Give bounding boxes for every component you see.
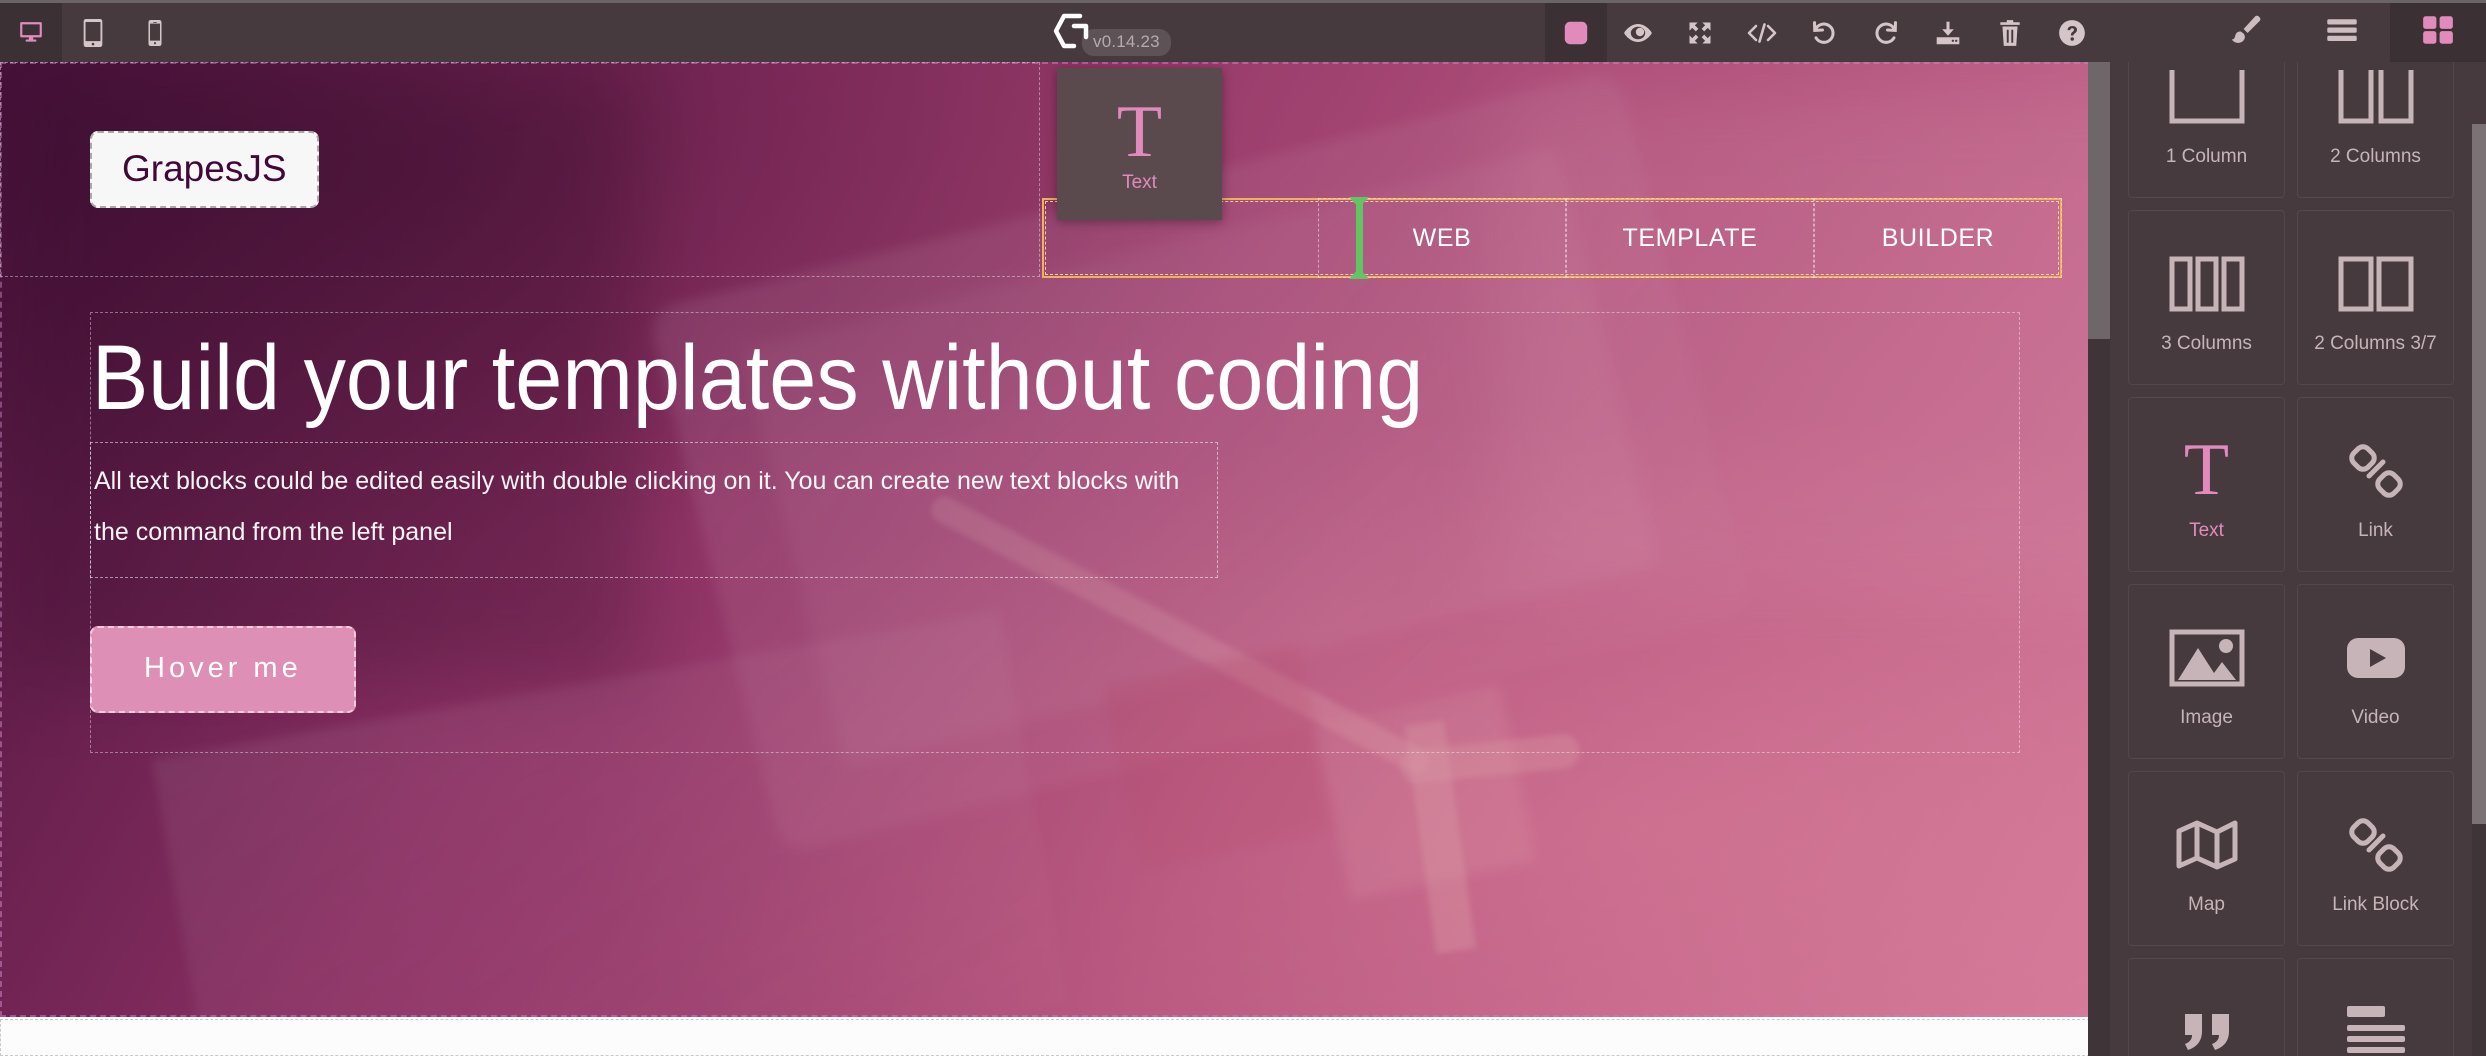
hero-content-row[interactable]: Build your templates without coding All …: [0, 312, 2110, 754]
canvas[interactable]: GrapesJS WEB TEMPLATE BUILDER Build your…: [0, 62, 2110, 1056]
question-circle-icon: [2058, 19, 2086, 47]
preview-button[interactable]: [1607, 3, 1669, 62]
block-label: 2 Columns: [2330, 145, 2421, 167]
block-label: Link Block: [2332, 893, 2419, 915]
link-chain-icon: [2345, 428, 2407, 514]
export-code-button[interactable]: [1731, 3, 1793, 62]
tablet-icon: [82, 18, 104, 47]
link-chain-icon: [2345, 802, 2407, 888]
site-menu[interactable]: WEB TEMPLATE BUILDER: [1318, 198, 2062, 278]
block-image[interactable]: Image: [2122, 578, 2291, 765]
block-label: Map: [2188, 893, 2225, 915]
top-toolbar: v0.14.23: [0, 0, 2486, 62]
block-label: Link: [2358, 519, 2393, 541]
toggle-borders-button[interactable]: [1545, 3, 1607, 62]
hero-top-row[interactable]: GrapesJS WEB TEMPLATE BUILDER: [0, 62, 2110, 279]
eye-icon: [1622, 21, 1654, 45]
undo-arrow-icon: [1810, 20, 1838, 46]
grapesjs-editor: v0.14.23 GrapesJS WEB TEMPLATE BUILDER B…: [0, 0, 2486, 1056]
undo-button[interactable]: [1793, 3, 1855, 62]
hero-section[interactable]: GrapesJS WEB TEMPLATE BUILDER Build your…: [0, 62, 2110, 1017]
block-1-column[interactable]: 1 Column: [2122, 62, 2291, 204]
three-columns-icon: [2168, 241, 2246, 327]
block-label: 2 Columns 3/7: [2314, 332, 2437, 354]
block-video[interactable]: Video: [2291, 578, 2460, 765]
clear-canvas-button[interactable]: [1979, 3, 2041, 62]
paint-brush-icon: [2229, 14, 2263, 51]
blocks-panel-scrollbar[interactable]: [2472, 124, 2486, 1056]
block-label: Image: [2180, 706, 2233, 728]
block-link-block[interactable]: Link Block: [2291, 765, 2460, 952]
open-layers-button[interactable]: [2294, 3, 2390, 62]
block-label: Video: [2351, 706, 2400, 728]
one-column-icon: [2168, 62, 2246, 140]
two-columns-37-icon: [2337, 241, 2415, 327]
blocks-grid-icon: [2422, 15, 2454, 50]
open-blocks-button[interactable]: [2390, 3, 2486, 62]
device-mobile-button[interactable]: [124, 3, 186, 62]
mobile-icon: [147, 19, 163, 46]
canvas-scrollbar[interactable]: [2088, 62, 2110, 1056]
drop-placeholder-indicator: [1349, 197, 1369, 279]
video-play-icon: [2345, 615, 2407, 701]
block-label: Text: [2189, 519, 2224, 541]
hamburger-bars-icon: [2325, 16, 2359, 49]
block-quote[interactable]: Quote: [2122, 952, 2291, 1056]
blocks-panel-scrollbar-thumb[interactable]: [2472, 124, 2486, 824]
block-text-section[interactable]: Text section: [2291, 952, 2460, 1056]
fullscreen-button[interactable]: [1669, 3, 1731, 62]
block-2-columns[interactable]: 2 Columns: [2291, 62, 2460, 204]
hero-content-cell[interactable]: Build your templates without coding All …: [90, 312, 2020, 754]
redo-arrow-icon: [1872, 20, 1900, 46]
block-2-columns-3-7[interactable]: 2 Columns 3/7: [2291, 204, 2460, 391]
device-tablet-button[interactable]: [62, 3, 124, 62]
hero-title[interactable]: Build your templates without coding: [90, 312, 1866, 442]
desktop-icon: [16, 20, 46, 46]
hero-subtitle[interactable]: All text blocks could be edited easily w…: [90, 441, 1218, 579]
canvas-scrollbar-thumb[interactable]: [2088, 62, 2110, 339]
blocks-panel: 1 Column 2 Columns 3 Columns 2 Columns 3…: [2110, 62, 2486, 1056]
block-label: 3 Columns: [2161, 332, 2252, 354]
editor-options: [1545, 3, 2103, 62]
map-folded-icon: [2176, 802, 2238, 888]
site-logo[interactable]: GrapesJS: [90, 131, 319, 208]
import-download-icon: [1934, 20, 1962, 46]
redo-button[interactable]: [1855, 3, 1917, 62]
editor-body: GrapesJS WEB TEMPLATE BUILDER Build your…: [0, 62, 2486, 1056]
trash-icon: [1997, 19, 2023, 47]
text-t-icon: T: [2183, 429, 2230, 512]
logo-cell[interactable]: GrapesJS: [0, 62, 1040, 277]
block-text[interactable]: T Text: [2122, 391, 2291, 578]
two-columns-icon: [2337, 62, 2415, 140]
next-section[interactable]: [0, 1019, 2110, 1056]
code-brackets-icon: [1746, 21, 1778, 45]
block-link[interactable]: Link: [2291, 391, 2460, 578]
text-section-icon: [2337, 989, 2415, 1056]
panel-switcher: [2198, 3, 2486, 62]
import-button[interactable]: [1917, 3, 1979, 62]
block-label: 1 Column: [2165, 145, 2248, 167]
blocks-list: 1 Column 2 Columns 3 Columns 2 Columns 3…: [2110, 62, 2472, 1056]
open-style-manager-button[interactable]: [2198, 3, 2294, 62]
hero-cta-button[interactable]: Hover me: [90, 626, 356, 714]
block-3-columns[interactable]: 3 Columns: [2122, 204, 2291, 391]
device-switcher: [0, 3, 186, 62]
image-picture-icon: [2168, 615, 2246, 701]
menu-cell[interactable]: WEB TEMPLATE BUILDER: [1040, 62, 2110, 279]
menu-item-template[interactable]: TEMPLATE: [1566, 198, 1814, 278]
quote-marks-icon: [2181, 989, 2233, 1056]
fullscreen-arrows-icon: [1686, 19, 1714, 47]
borders-square-icon: [1562, 19, 1590, 47]
block-map[interactable]: Map: [2122, 765, 2291, 952]
help-button[interactable]: [2041, 3, 2103, 62]
device-desktop-button[interactable]: [0, 3, 62, 62]
menu-item-builder[interactable]: BUILDER: [1814, 198, 2062, 278]
